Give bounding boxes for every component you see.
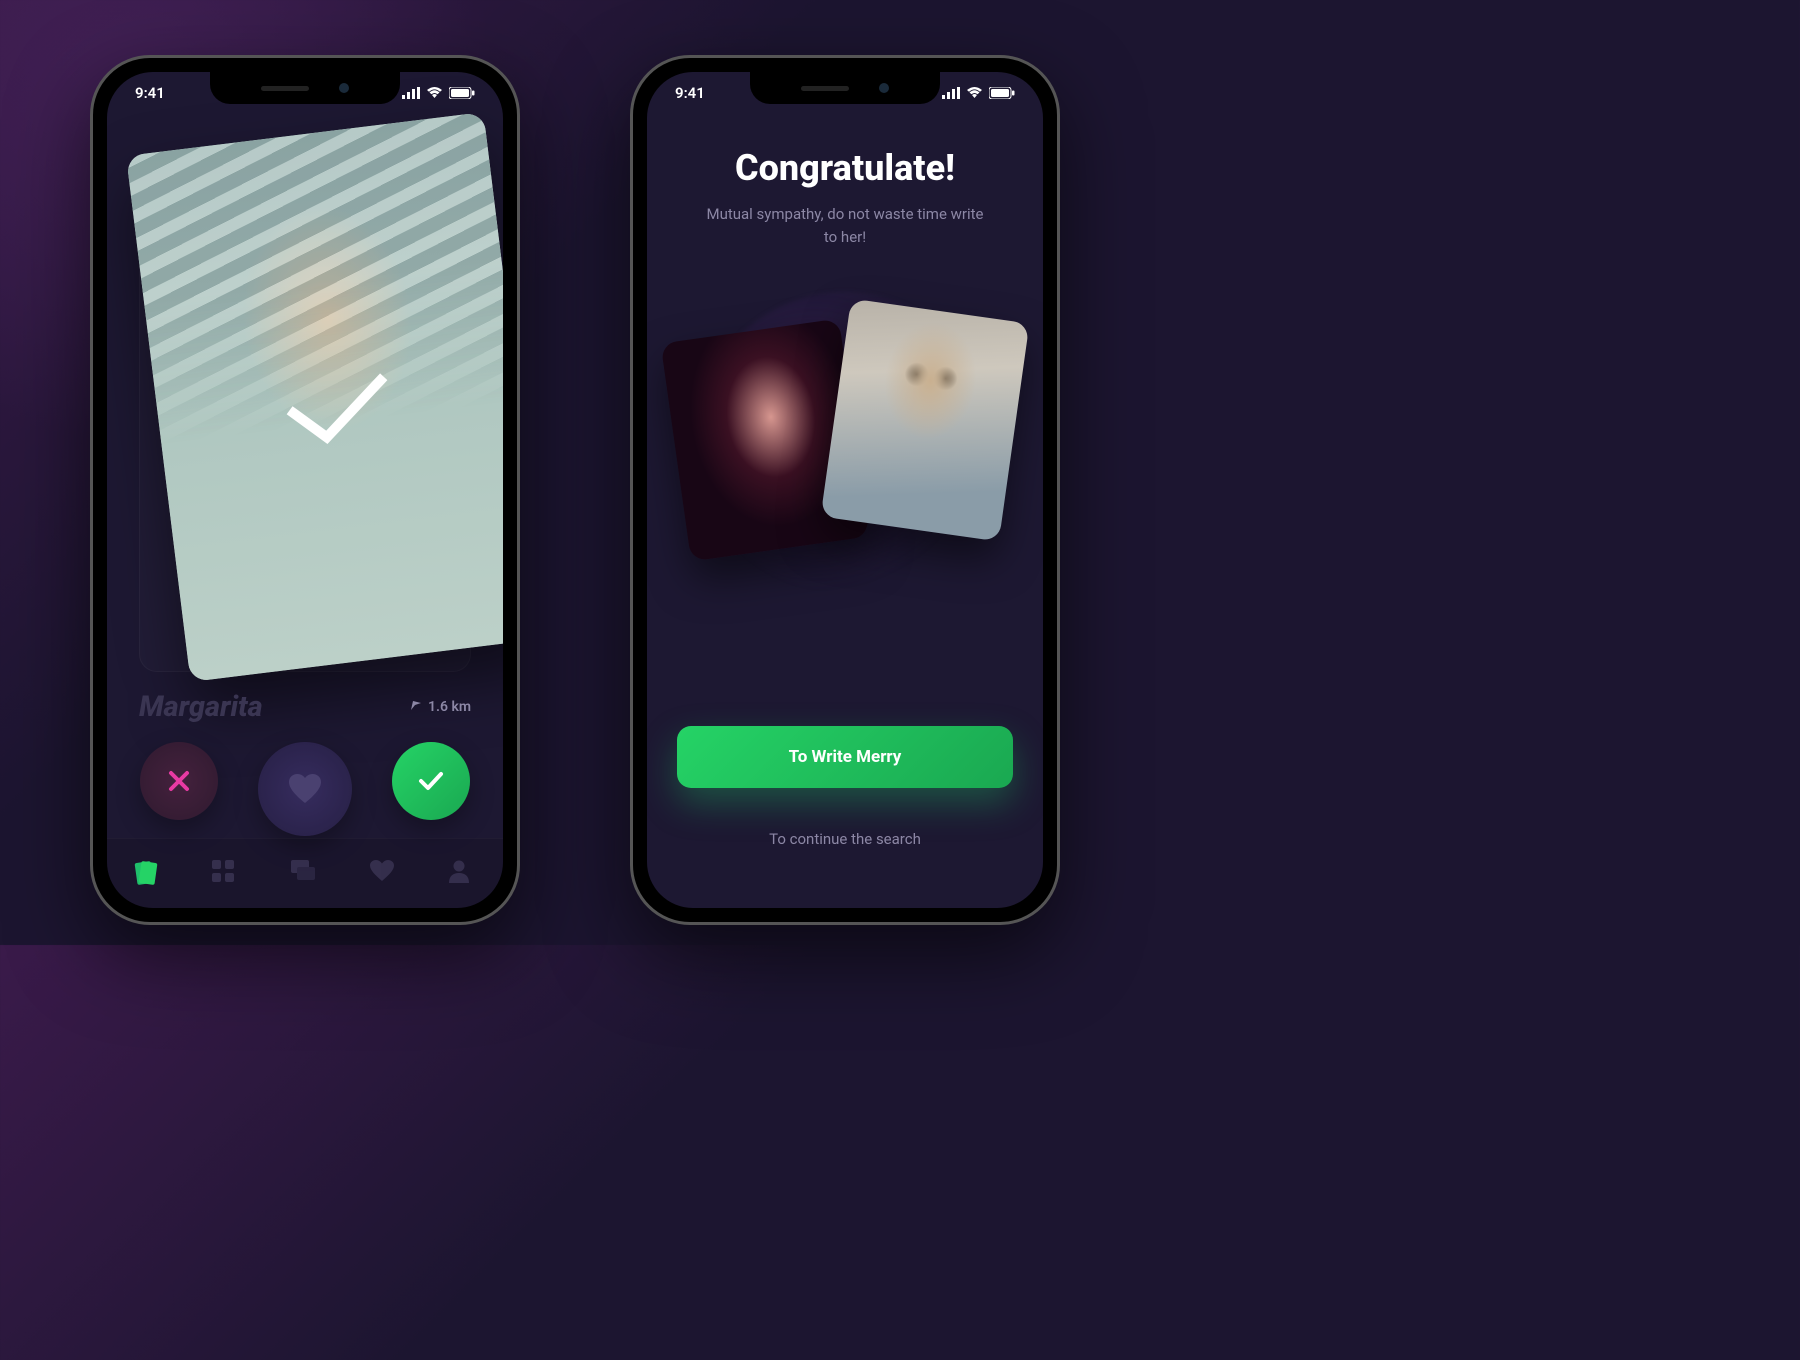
notch xyxy=(210,72,400,104)
wifi-icon xyxy=(426,87,443,99)
like-button[interactable] xyxy=(392,742,470,820)
match-cards xyxy=(675,305,1015,560)
checkmark-icon xyxy=(274,365,403,463)
profile-card[interactable] xyxy=(126,112,503,682)
profile-info-row: Margarita 1.6 km xyxy=(139,690,471,724)
tab-cards[interactable] xyxy=(132,859,162,889)
action-row xyxy=(107,742,503,836)
write-button-label: To Write Merry xyxy=(789,747,902,767)
match-subtitle: Mutual sympathy, do not waste time write… xyxy=(705,203,985,250)
profile-distance: 1.6 km xyxy=(428,699,471,715)
tab-likes[interactable] xyxy=(369,859,399,889)
write-button[interactable]: To Write Merry xyxy=(677,726,1013,788)
tab-profile[interactable] xyxy=(448,859,478,889)
status-time: 9:41 xyxy=(135,84,165,102)
status-time: 9:41 xyxy=(675,84,705,102)
match-title: Congratulate! xyxy=(735,147,955,189)
dislike-button[interactable] xyxy=(140,742,218,820)
profile-name: Margarita xyxy=(139,690,263,724)
battery-icon xyxy=(989,87,1015,99)
continue-search-label: To continue the search xyxy=(769,830,921,848)
phone-swipe: 9:41 Margarita 1.6 km xyxy=(90,55,520,925)
superlike-button[interactable] xyxy=(258,742,352,836)
tab-bar xyxy=(107,838,503,908)
battery-icon xyxy=(449,87,475,99)
match-photo-partner xyxy=(821,298,1030,541)
notch xyxy=(750,72,940,104)
wifi-icon xyxy=(966,87,983,99)
signal-icon xyxy=(402,87,420,99)
tab-chats[interactable] xyxy=(290,859,320,889)
location-icon xyxy=(410,699,422,715)
tab-grid[interactable] xyxy=(211,859,241,889)
continue-search-link[interactable]: To continue the search xyxy=(647,830,1043,848)
phone-match: 9:41 Congratulate! Mutual sympathy, do n… xyxy=(630,55,1060,925)
signal-icon xyxy=(942,87,960,99)
